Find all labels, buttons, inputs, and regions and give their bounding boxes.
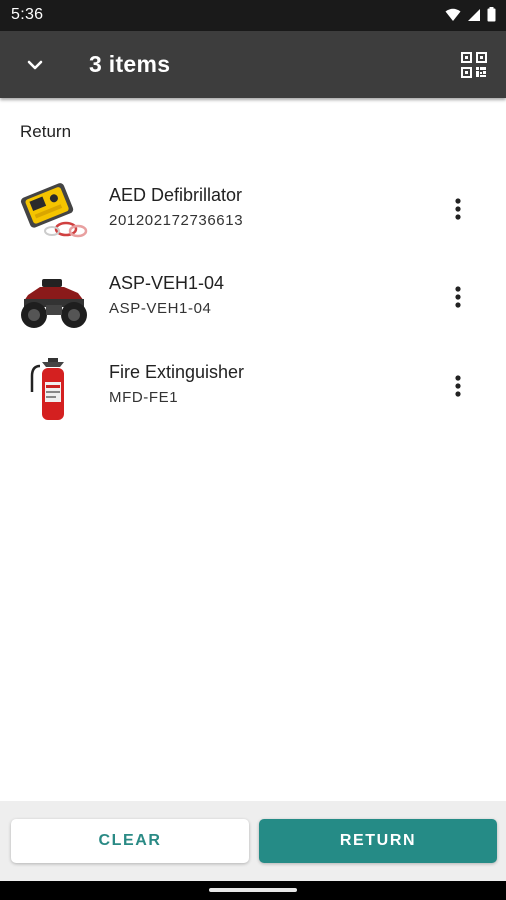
home-gesture-handle[interactable]	[209, 888, 297, 892]
qr-scan-button[interactable]	[458, 49, 490, 81]
status-icons	[445, 7, 496, 22]
more-vert-icon	[455, 286, 461, 308]
more-vert-icon	[455, 198, 461, 220]
item-id: 201202172736613	[109, 212, 244, 229]
list-item[interactable]: ASP-VEH1-04 ASP-VEH1-04	[0, 263, 506, 343]
item-name: Fire Extinguisher	[109, 362, 245, 382]
return-button[interactable]: RETURN	[259, 819, 497, 863]
aed-defibrillator-photo	[18, 181, 90, 243]
signal-icon	[468, 8, 480, 21]
qr-code-icon	[461, 52, 487, 78]
section-label: Return	[20, 122, 72, 141]
app-bar: 3 items	[0, 31, 506, 98]
chevron-down-icon	[27, 60, 43, 70]
navigation-bar	[0, 881, 506, 900]
more-options-button[interactable]	[444, 370, 472, 402]
action-bar: CLEAR RETURN	[0, 801, 506, 881]
more-options-button[interactable]	[444, 193, 472, 225]
more-options-button[interactable]	[444, 281, 472, 313]
list-item[interactable]: AED Defibrillator 201202172736613	[0, 175, 506, 255]
atv-vehicle-photo	[18, 269, 90, 331]
wifi-icon	[445, 8, 461, 21]
status-time: 5:36	[11, 6, 44, 23]
status-bar: 5:36	[0, 0, 506, 31]
item-id: MFD-FE1	[109, 389, 179, 406]
item-id: ASP-VEH1-04	[109, 300, 212, 317]
item-name: ASP-VEH1-04	[109, 273, 225, 293]
fire-extinguisher-photo	[18, 358, 90, 420]
list-item[interactable]: Fire Extinguisher MFD-FE1	[0, 352, 506, 432]
item-name: AED Defibrillator	[109, 185, 243, 205]
page-title: 3 items	[89, 51, 171, 77]
clear-button[interactable]: CLEAR	[11, 819, 249, 863]
collapse-button[interactable]	[18, 51, 52, 79]
more-vert-icon	[455, 375, 461, 397]
battery-icon	[487, 7, 496, 22]
